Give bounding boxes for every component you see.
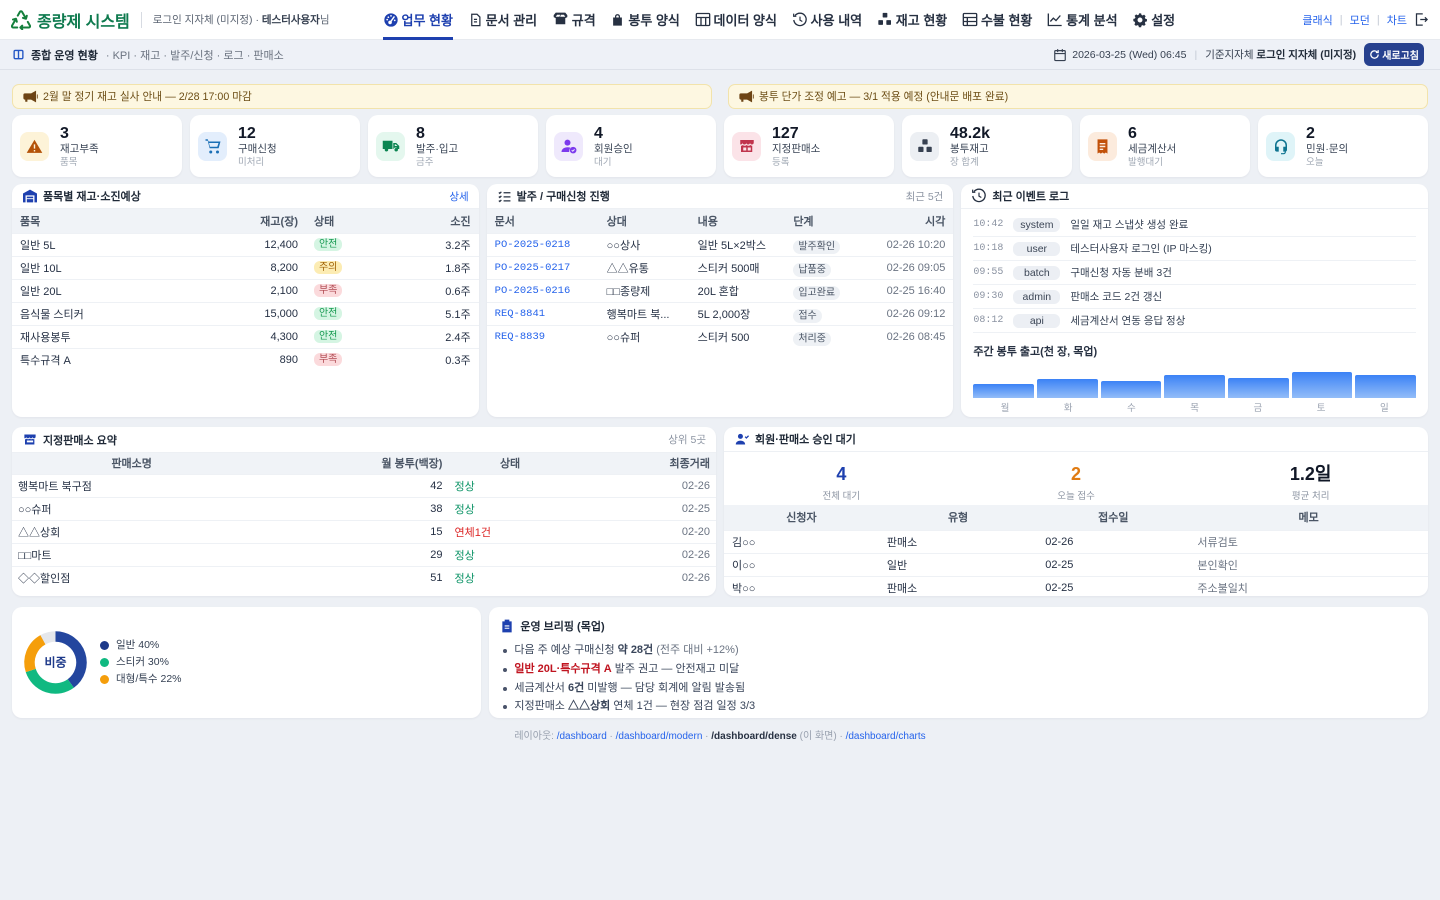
svg-text:비중: 비중 [44, 655, 66, 670]
